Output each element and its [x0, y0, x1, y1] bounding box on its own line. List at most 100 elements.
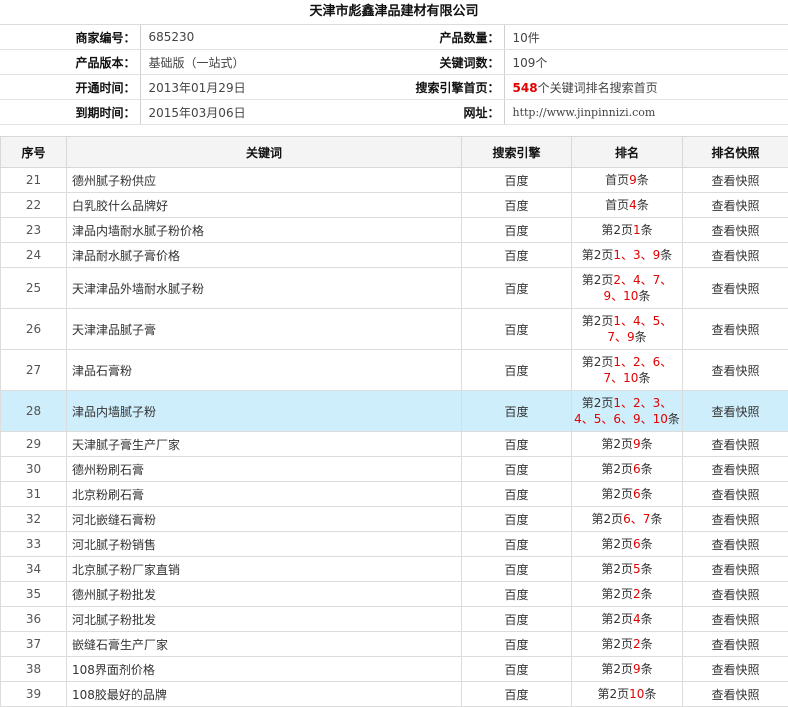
info-label: 搜索引擎首页： — [404, 75, 504, 100]
engine-cell: 百度 — [462, 657, 572, 682]
snapshot-link[interactable]: 查看快照 — [683, 193, 788, 218]
snapshot-link[interactable]: 查看快照 — [683, 582, 788, 607]
snapshot-link[interactable]: 查看快照 — [683, 607, 788, 632]
table-header-row: 序号 关键词 搜索引擎 排名 排名快照 — [1, 137, 788, 168]
rank-cell: 首页9条 — [572, 168, 683, 193]
engine-cell: 百度 — [462, 391, 572, 432]
info-label: 关键词数： — [404, 50, 504, 75]
snapshot-link[interactable]: 查看快照 — [683, 218, 788, 243]
table-row: 27津品石膏粉百度第2页1、2、6、7、10条查看快照 — [1, 350, 788, 391]
rank-page: 第2页 — [582, 248, 614, 262]
row-index: 22 — [1, 193, 67, 218]
info-label: 开通时间： — [0, 75, 140, 100]
info-value-text: 10件 — [513, 31, 540, 45]
snapshot-link[interactable]: 查看快照 — [683, 350, 788, 391]
keyword-cell: 河北腻子粉销售 — [67, 532, 462, 557]
engine-cell: 百度 — [462, 632, 572, 657]
rank-positions: 6 — [633, 462, 641, 476]
rank-cell: 第2页2条 — [572, 582, 683, 607]
info-value-text: 109个 — [513, 56, 548, 70]
keyword-cell: 津品耐水腻子膏价格 — [67, 243, 462, 268]
keyword-cell: 津品石膏粉 — [67, 350, 462, 391]
keyword-cell: 德州粉刷石膏 — [67, 457, 462, 482]
engine-cell: 百度 — [462, 582, 572, 607]
rank-positions: 1、2、6、 — [613, 355, 672, 369]
keyword-cell: 嵌缝石膏生产厂家 — [67, 632, 462, 657]
info-row: 产品版本：基础版（一站式）关键词数：109个 — [0, 50, 788, 75]
rank-page: 第2页 — [601, 637, 633, 651]
row-index: 39 — [1, 682, 67, 707]
snapshot-link[interactable]: 查看快照 — [683, 682, 788, 707]
snapshot-link[interactable]: 查看快照 — [683, 243, 788, 268]
engine-cell: 百度 — [462, 507, 572, 532]
info-row: 商家编号：685230产品数量：10件 — [0, 25, 788, 50]
info-value: 2015年03月06日 — [140, 100, 404, 125]
info-value-highlight: 548 — [513, 81, 538, 95]
keyword-cell: 天津津品腻子膏 — [67, 309, 462, 350]
info-label: 产品版本： — [0, 50, 140, 75]
info-label: 商家编号： — [0, 25, 140, 50]
snapshot-link[interactable]: 查看快照 — [683, 268, 788, 309]
info-value: 2013年01月29日 — [140, 75, 404, 100]
table-row: 26天津津品腻子膏百度第2页1、4、5、7、9条查看快照 — [1, 309, 788, 350]
rank-cell: 第2页6条 — [572, 482, 683, 507]
rank-positions: 2、4、7、 — [613, 273, 672, 287]
snapshot-link[interactable]: 查看快照 — [683, 557, 788, 582]
company-info-table: 商家编号：685230产品数量：10件产品版本：基础版（一站式）关键词数：109… — [0, 25, 788, 125]
rank-suffix: 条 — [637, 173, 649, 187]
snapshot-link[interactable]: 查看快照 — [683, 168, 788, 193]
snapshot-link[interactable]: 查看快照 — [683, 507, 788, 532]
rank-positions: 6、7 — [623, 512, 650, 526]
rank-positions: 9 — [629, 173, 637, 187]
rank-suffix: 条 — [641, 587, 653, 601]
rank-suffix: 条 — [637, 198, 649, 212]
row-index: 30 — [1, 457, 67, 482]
snapshot-link[interactable]: 查看快照 — [683, 657, 788, 682]
rank-cell: 第2页1、2、6、7、10条 — [572, 350, 683, 391]
rank-suffix: 条 — [668, 412, 680, 426]
table-row: 33河北腻子粉销售百度第2页6条查看快照 — [1, 532, 788, 557]
table-row: 25天津津品外墙耐水腻子粉百度第2页2、4、7、9、10条查看快照 — [1, 268, 788, 309]
table-row: 21德州腻子粉供应百度首页9条查看快照 — [1, 168, 788, 193]
rank-page: 第2页 — [582, 396, 614, 410]
rank-suffix: 条 — [641, 612, 653, 626]
col-header-rank: 排名 — [572, 137, 683, 168]
keyword-cell: 108胶最好的品牌 — [67, 682, 462, 707]
rank-positions: 1 — [633, 223, 641, 237]
keyword-ranking-table: 序号 关键词 搜索引擎 排名 排名快照 21德州腻子粉供应百度首页9条查看快照2… — [0, 136, 788, 707]
keyword-cell: 河北腻子粉批发 — [67, 607, 462, 632]
rank-suffix: 条 — [641, 223, 653, 237]
snapshot-link[interactable]: 查看快照 — [683, 309, 788, 350]
rank-positions: 6 — [633, 487, 641, 501]
rank-cell: 第2页4条 — [572, 607, 683, 632]
table-row: 39108胶最好的品牌百度第2页10条查看快照 — [1, 682, 788, 707]
snapshot-link[interactable]: 查看快照 — [683, 532, 788, 557]
engine-cell: 百度 — [462, 532, 572, 557]
rank-suffix: 条 — [641, 662, 653, 676]
rank-page: 首页 — [605, 173, 629, 187]
info-label: 到期时间： — [0, 100, 140, 125]
info-label: 产品数量： — [404, 25, 504, 50]
rank-positions-cont: 7、9 — [607, 330, 634, 344]
rank-suffix: 条 — [641, 462, 653, 476]
keyword-cell: 北京腻子粉厂家直销 — [67, 557, 462, 582]
website-url[interactable]: http://www.jinpinnizi.com — [504, 100, 788, 125]
col-header-keyword: 关键词 — [67, 137, 462, 168]
table-row: 29天津腻子膏生产厂家百度第2页9条查看快照 — [1, 432, 788, 457]
snapshot-link[interactable]: 查看快照 — [683, 391, 788, 432]
keyword-cell: 北京粉刷石膏 — [67, 482, 462, 507]
row-index: 32 — [1, 507, 67, 532]
rank-positions: 2 — [633, 637, 641, 651]
rank-suffix: 条 — [641, 437, 653, 451]
snapshot-link[interactable]: 查看快照 — [683, 632, 788, 657]
engine-cell: 百度 — [462, 309, 572, 350]
snapshot-link[interactable]: 查看快照 — [683, 457, 788, 482]
table-row: 36河北腻子粉批发百度第2页4条查看快照 — [1, 607, 788, 632]
rank-suffix: 条 — [660, 248, 672, 262]
snapshot-link[interactable]: 查看快照 — [683, 432, 788, 457]
keyword-cell: 天津津品外墙耐水腻子粉 — [67, 268, 462, 309]
table-row: 31北京粉刷石膏百度第2页6条查看快照 — [1, 482, 788, 507]
rank-page: 第2页 — [582, 355, 614, 369]
snapshot-link[interactable]: 查看快照 — [683, 482, 788, 507]
rank-positions: 9 — [633, 662, 641, 676]
